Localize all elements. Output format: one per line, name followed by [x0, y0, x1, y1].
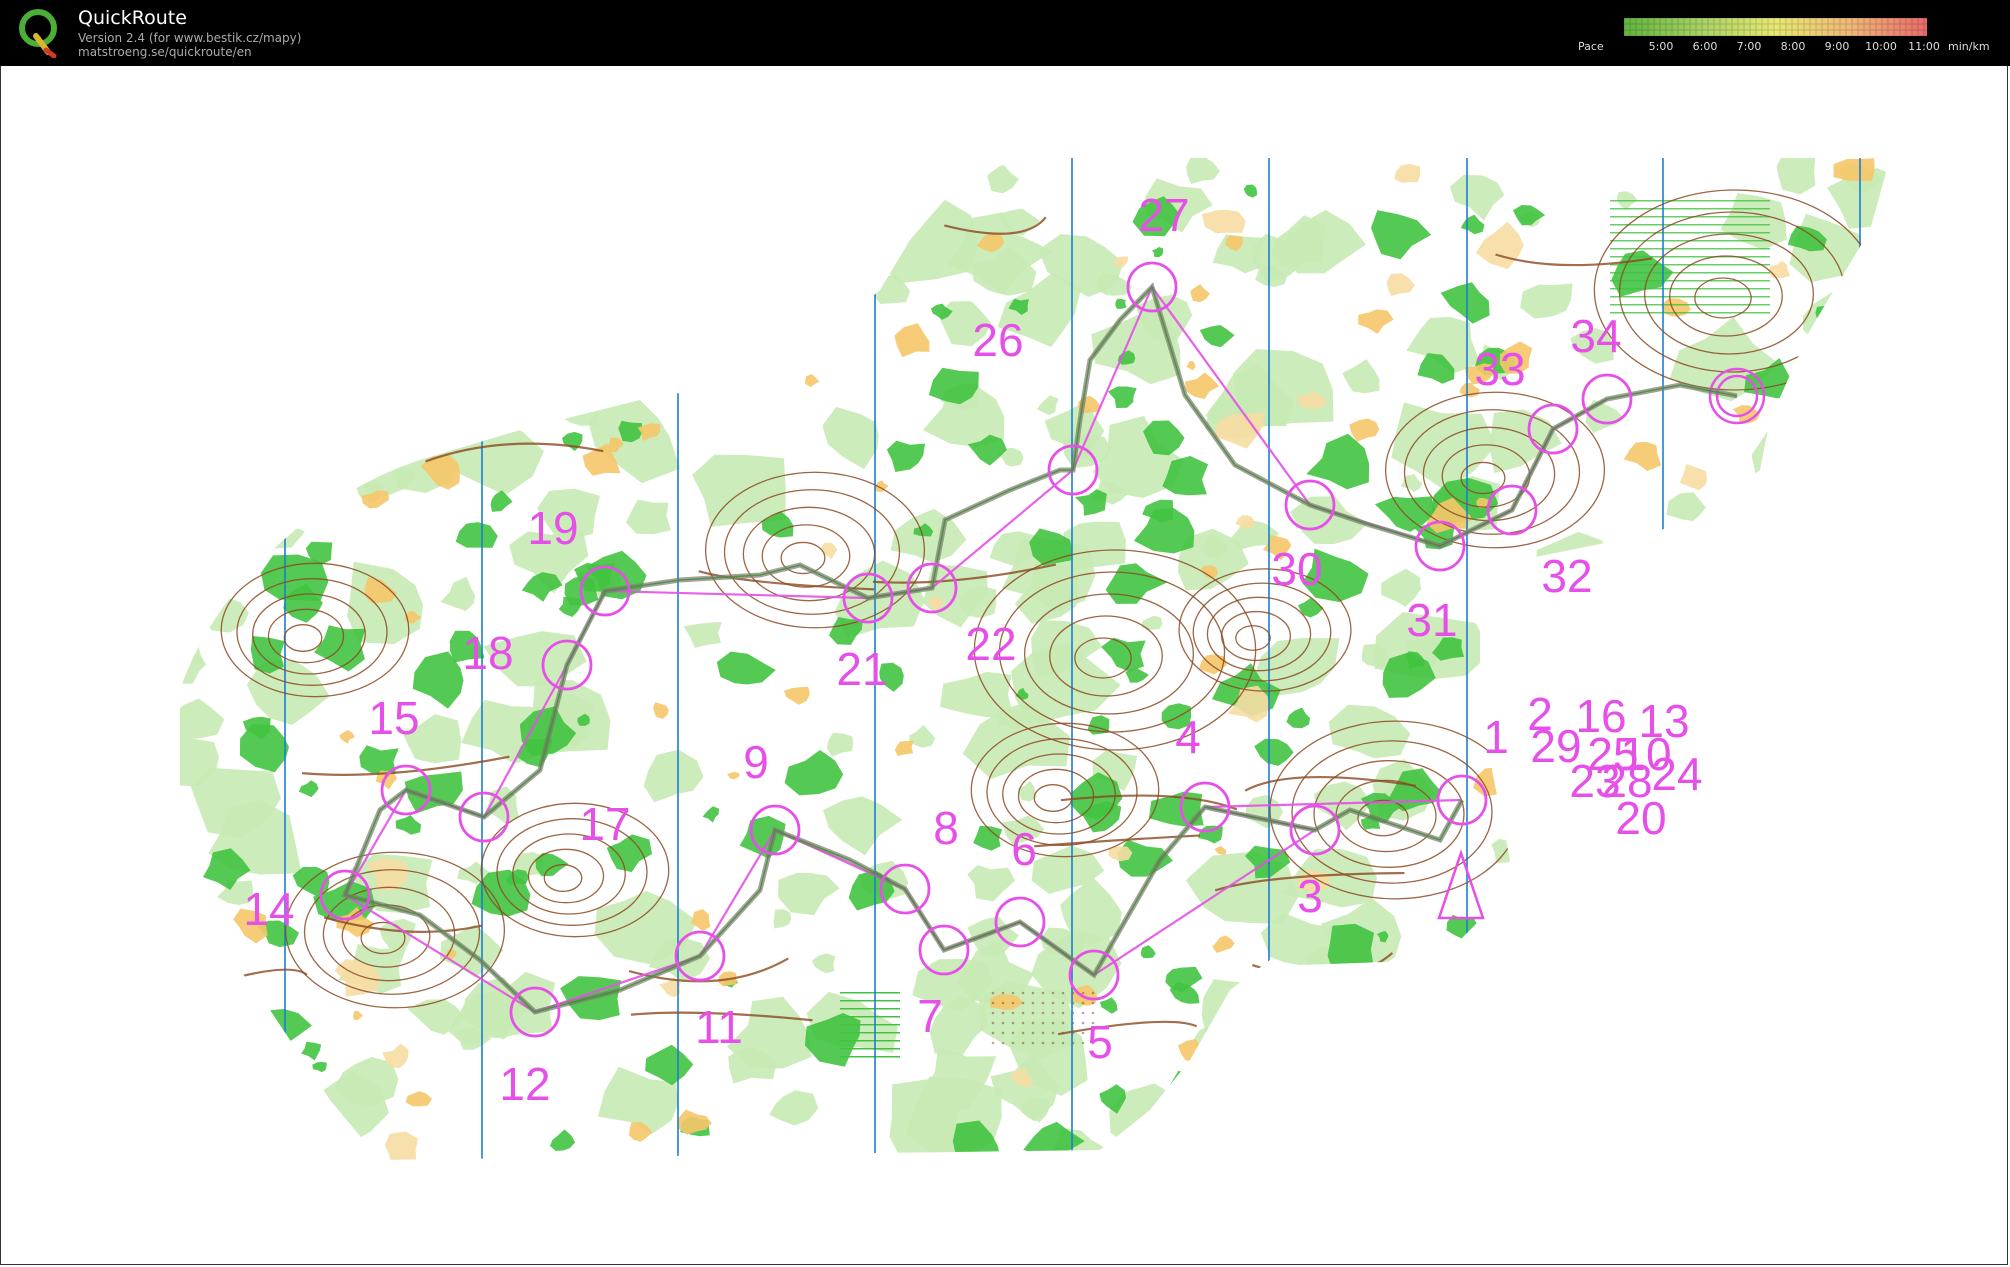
control-number-18: 18	[462, 627, 513, 679]
control-number-32: 32	[1541, 550, 1592, 602]
control-number-29: 29	[1530, 720, 1581, 772]
pace-tick: 8:00	[1780, 40, 1806, 53]
control-number-30: 30	[1271, 543, 1322, 595]
pace-tick: 5:00	[1648, 40, 1674, 53]
control-number-22: 22	[965, 618, 1016, 670]
website-url: matstroeng.se/quickroute/en	[78, 45, 252, 59]
control-number-9: 9	[743, 736, 769, 788]
control-number-13: 13	[1638, 695, 1689, 747]
control-number-4: 4	[1175, 711, 1201, 763]
pace-gradient-bar	[1624, 18, 1927, 36]
control-number-33: 33	[1474, 343, 1525, 395]
control-number-3: 3	[1297, 870, 1323, 922]
pace-unit: min/km	[1948, 40, 1990, 53]
control-number-12: 12	[499, 1058, 550, 1110]
control-number-21: 21	[836, 643, 887, 695]
pace-tick: 10:00	[1865, 40, 1897, 53]
control-number-5: 5	[1087, 1016, 1113, 1068]
control-number-34: 34	[1570, 310, 1621, 362]
control-number-8: 8	[933, 802, 959, 854]
control-number-6: 6	[1011, 823, 1037, 875]
control-number-19: 19	[527, 502, 578, 554]
control-number-7: 7	[917, 990, 943, 1042]
pace-tick: 6:00	[1692, 40, 1718, 53]
orienteering-map[interactable]: 1 23456789 101112131415 161718192021 2223 242…	[0, 66, 2010, 1267]
pace-tick: 7:00	[1736, 40, 1762, 53]
version-text: Version 2.4 (for www.bestik.cz/mapy)	[78, 31, 302, 45]
app-title: QuickRoute	[78, 7, 187, 29]
control-number-15: 15	[368, 692, 419, 744]
control-number-17: 17	[579, 798, 630, 850]
control-number-27: 27	[1138, 189, 1189, 241]
control-number-1: 1	[1483, 711, 1509, 763]
control-number-26: 26	[972, 314, 1023, 366]
control-number-31: 31	[1406, 594, 1457, 646]
pace-tick: 11:00	[1908, 40, 1940, 53]
control-number-14: 14	[243, 883, 294, 935]
pace-tick: 9:00	[1824, 40, 1850, 53]
control-number-28: 28	[1601, 755, 1652, 807]
quickroute-logo-icon	[19, 9, 57, 58]
pace-label: Pace	[1578, 40, 1604, 53]
title-bar: QuickRoute Version 2.4 (for www.bestik.c…	[0, 0, 2010, 66]
control-number-11: 11	[695, 1001, 743, 1053]
control-number-24: 24	[1651, 748, 1702, 800]
